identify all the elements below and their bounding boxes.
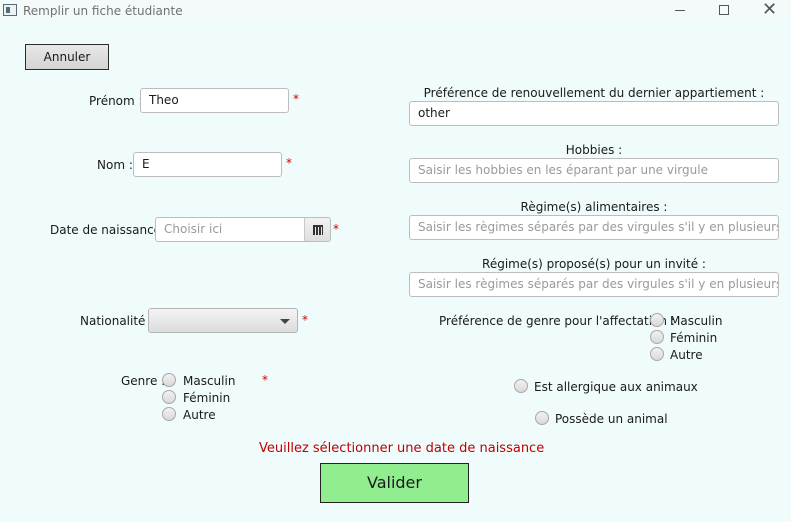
genre-radio-autre[interactable] <box>162 407 176 421</box>
app-icon <box>3 4 17 16</box>
submit-button[interactable]: Valider <box>320 463 469 503</box>
window-title: Remplir un fiche étudiante <box>23 4 183 18</box>
affectation-option-masculin: Masculin <box>670 314 723 328</box>
possede-animal-checkbox[interactable] <box>535 411 549 425</box>
affectation-radio-masculin[interactable] <box>650 313 664 327</box>
nationalite-required-marker: * <box>302 313 308 327</box>
affectation-option-feminin: Féminin <box>670 331 718 345</box>
date-naissance-required-marker: * <box>333 222 339 236</box>
renouvellement-label: Préférence de renouvellement du dernier … <box>423 86 765 100</box>
possede-animal-label: Possède un animal <box>555 412 668 426</box>
calendar-icon <box>313 225 323 235</box>
regimes-invite-field[interactable]: Saisir les règimes séparés par des virgu… <box>409 272 779 297</box>
nom-label: Nom : <box>97 158 133 172</box>
genre-required-marker: * <box>262 373 268 387</box>
prenom-required-marker: * <box>293 92 299 106</box>
close-button[interactable]: ✕ <box>747 0 791 22</box>
genre-label: Genre : <box>121 374 166 388</box>
regimes-invite-label: Régime(s) proposé(s) pour un invité : <box>482 257 706 271</box>
cancel-button[interactable]: Annuler <box>25 44 109 70</box>
minimize-button[interactable] <box>657 0 702 22</box>
renouvellement-field[interactable]: other <box>409 101 779 126</box>
genre-option-feminin: Féminin <box>183 391 231 405</box>
allergique-checkbox[interactable] <box>514 379 528 393</box>
maximize-button[interactable] <box>702 0 747 22</box>
genre-option-masculin: Masculin <box>183 374 236 388</box>
minimize-icon <box>675 10 685 11</box>
regimes-field[interactable]: Saisir les règimes séparés par des virgu… <box>409 215 779 240</box>
prenom-label: Prénom : <box>89 94 143 108</box>
nom-field[interactable]: E <box>133 152 282 177</box>
genre-affectation-label: Préférence de genre pour l'affectation : <box>439 314 675 328</box>
prenom-field[interactable]: Theo <box>140 88 289 113</box>
hobbies-field[interactable]: Saisir les hobbies en les éparant par un… <box>409 158 779 183</box>
genre-radio-feminin[interactable] <box>162 390 176 404</box>
allergique-label: Est allergique aux animaux <box>534 380 698 394</box>
nationalite-label: Nationalité : <box>80 314 154 328</box>
maximize-icon <box>719 5 729 15</box>
hobbies-label: Hobbies : <box>565 143 623 157</box>
chevron-down-icon <box>280 319 290 324</box>
genre-option-autre: Autre <box>183 408 216 422</box>
date-naissance-label: Date de naissance : <box>50 223 169 237</box>
error-message: Veuillez sélectionner une date de naissa… <box>259 441 545 456</box>
nom-required-marker: * <box>286 156 292 170</box>
regimes-label: Règime(s) alimentaires : <box>520 200 668 214</box>
affectation-option-autre: Autre <box>670 348 703 362</box>
affectation-radio-feminin[interactable] <box>650 330 664 344</box>
genre-radio-masculin[interactable] <box>162 373 176 387</box>
title-bar: Remplir un fiche étudiante ✕ <box>0 0 791 22</box>
close-icon: ✕ <box>761 0 778 20</box>
nationalite-select[interactable] <box>148 308 298 333</box>
date-naissance-field[interactable]: Choisir ici <box>155 217 307 242</box>
affectation-radio-autre[interactable] <box>650 347 664 361</box>
date-picker-button[interactable] <box>304 217 331 242</box>
